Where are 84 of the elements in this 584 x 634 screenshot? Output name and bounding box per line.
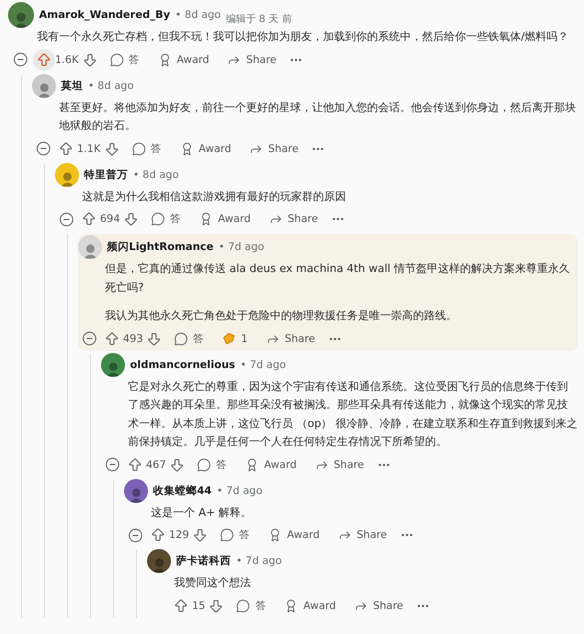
comment-time: • 8d ago — [133, 168, 179, 180]
comment-text: 甚至更好。将他添加为好友，前往一个更好的星球，让他加入您的会话。他会传送到你身边，然后离开那块地狱般的岩石。 — [59, 100, 577, 134]
downvote-icon — [146, 330, 162, 346]
collapse-icon[interactable] — [105, 457, 120, 472]
downvote-icon — [123, 211, 140, 227]
share-button[interactable]: Share — [240, 138, 308, 160]
upvote-icon — [104, 330, 120, 346]
vote-count: 129 — [169, 529, 190, 541]
author-name[interactable]: 收集螳螂44 — [153, 484, 212, 498]
author-name[interactable]: 特里普万 — [84, 168, 128, 182]
vote-count: 493 — [123, 332, 144, 344]
share-button[interactable]: Share — [218, 48, 286, 70]
award-button[interactable]: Award — [190, 208, 260, 230]
upvote-icon — [58, 140, 74, 156]
author-name[interactable]: Amarok_Wandered_By — [39, 9, 170, 21]
upvote-icon — [150, 527, 166, 543]
award-button[interactable]: Award — [275, 594, 345, 616]
reply-button[interactable]: 答 — [122, 138, 171, 160]
upvote-icon — [81, 211, 97, 227]
reply-button[interactable]: 答 — [100, 48, 149, 70]
reply-button[interactable]: 答 — [227, 594, 276, 616]
speech-bubble-icon — [132, 142, 146, 156]
vote-count: 694 — [100, 213, 120, 225]
collapse-icon[interactable] — [13, 52, 28, 67]
downvote-icon — [208, 598, 224, 614]
avatar[interactable] — [8, 2, 34, 28]
reply-button[interactable]: 答 — [188, 454, 236, 476]
speech-bubble-icon — [197, 458, 212, 472]
comment-time: • 7d ago — [216, 484, 262, 496]
comment-text: 它是对永久死亡的尊重，因为这个宇宙有传送和通信系统。这位受困飞行员的信息终于传到了感兴趣的耳朵里。那些耳朵没有被搁浅。那些耳朵具有传送能力，就像这个现实的常见技术一样。从本质上讲，这位飞行员 （op） 很冷静、冷静，在建立联系和生存直到救援到来之前保持镇定。几乎是任何一个人在任何特定生存情况下所希望的。 — [128, 378, 578, 450]
comment-time: • 7d ago — [236, 555, 282, 567]
reply-button[interactable]: 答 — [211, 524, 260, 546]
author-name[interactable]: 莫坦 — [61, 78, 83, 92]
vote-count: 15 — [192, 600, 206, 612]
comment-time: • 8d ago — [88, 80, 134, 92]
speech-bubble-icon — [236, 598, 250, 612]
comment-text: 但是，它真的通过像传送 ala deus ex machina 4th wall 情节盔甲这样的解决方案来尊重永久死亡吗? — [105, 261, 570, 296]
comment-text: 我认为其他永久死亡角色处于危险中的物理救援任务是唯一崇高的路线。 — [105, 308, 458, 324]
comment-time: • 7d ago — [240, 358, 286, 370]
speech-bubble-icon — [220, 528, 234, 542]
award-button[interactable]: Award — [259, 524, 329, 546]
vote-count: 1.6K — [55, 54, 79, 66]
speech-bubble-icon — [110, 52, 124, 66]
reply-button[interactable]: 答 — [165, 328, 214, 350]
speech-bubble-icon — [174, 332, 188, 346]
author-name[interactable]: oldmancornelious — [130, 358, 236, 370]
award-button[interactable]: 1 — [213, 328, 257, 350]
collapse-icon[interactable] — [59, 212, 74, 226]
avatar[interactable] — [147, 549, 171, 573]
vote-count: 467 — [146, 458, 166, 470]
downvote-icon — [104, 140, 120, 156]
collapse-icon[interactable] — [36, 141, 51, 156]
comment-text: 我赞同这个想法 — [174, 575, 252, 591]
award-button[interactable]: Award — [236, 454, 306, 476]
share-button[interactable]: Share — [344, 594, 412, 616]
award-button[interactable]: Award — [148, 48, 218, 70]
award-icon — [222, 332, 236, 345]
comment-text: 这就是为什么我相信这款游戏拥有最好的玩家群的原因 — [82, 188, 347, 204]
upvote-icon — [127, 456, 143, 472]
share-button[interactable]: Share — [260, 208, 327, 230]
downvote-icon — [82, 52, 98, 68]
reply-button[interactable]: 答 — [142, 208, 190, 230]
share-button[interactable]: Share — [328, 524, 396, 546]
comment-text: 我有一个永久死亡存档，但我不玩！我可以把你加为朋友，加载到你的系统中，然后给你一些铁氧体/燃料吗？ — [37, 29, 570, 45]
comment-time: • 7d ago — [218, 241, 264, 253]
downvote-icon — [192, 527, 208, 543]
edited-note: 编辑于 8 天 前 — [226, 12, 292, 26]
comment-text: 这是一个 A+ 解释。 — [151, 504, 253, 520]
comment-time: • 8d ago — [175, 9, 221, 21]
avatar[interactable] — [124, 478, 148, 502]
author-name[interactable]: 萨卡诺科西 — [176, 554, 231, 568]
collapse-icon[interactable] — [82, 331, 97, 346]
upvote-icon — [173, 598, 189, 614]
share-button[interactable]: Share — [306, 454, 373, 476]
downvote-icon — [169, 456, 186, 472]
speech-bubble-icon — [151, 212, 166, 226]
award-button[interactable]: Award — [170, 138, 240, 160]
collapse-icon[interactable] — [128, 528, 143, 542]
vote-count: 1.1K — [77, 142, 101, 154]
author-name[interactable]: 频闪LightRomance — [107, 240, 214, 254]
share-button[interactable]: Share — [256, 328, 324, 350]
upvote-button[interactable] — [33, 48, 55, 70]
upvote-icon — [36, 52, 52, 68]
avatar[interactable] — [101, 352, 125, 376]
